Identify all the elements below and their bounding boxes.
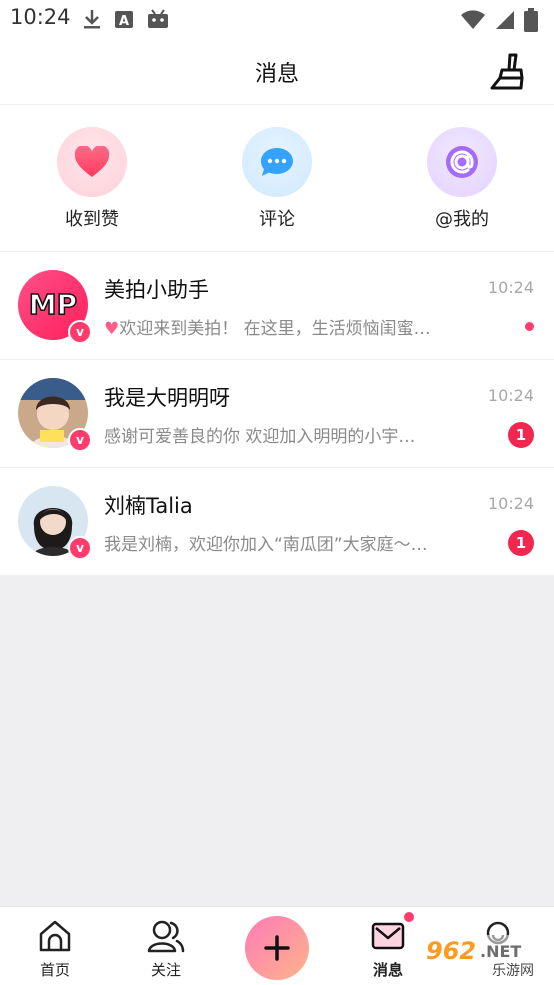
list-item[interactable]: MP v 美拍小助手 10:24 ♥欢迎来到美拍！ 在这里，生活烦恼闺蜜… [0, 252, 554, 360]
message-preview: ♥欢迎来到美拍！ 在这里，生活烦恼闺蜜… [104, 319, 431, 339]
mentions-circle [427, 127, 497, 197]
message-time: 10:24 [487, 494, 534, 513]
list-item[interactable]: v 刘楠Talia 10:24 我是刘楠，欢迎你加入“南瓜团”大家庭～… 1 [0, 468, 554, 575]
contact-name: 美拍小助手 [104, 278, 209, 302]
a-icon: A [115, 11, 133, 29]
message-time: 10:24 [487, 386, 534, 405]
verified-icon: v [68, 320, 92, 344]
comments-label: 评论 [259, 209, 295, 230]
contact-name: 我是大明明呀 [104, 386, 230, 410]
battery-icon [524, 8, 538, 32]
unread-count-badge: 1 [508, 422, 534, 448]
message-time: 10:24 [487, 278, 534, 297]
likes-label: 收到赞 [65, 209, 119, 230]
signal-icon [496, 11, 514, 29]
heart-emoji-icon: ♥ [104, 319, 120, 339]
page-title: 消息 [254, 62, 299, 87]
download-icon [84, 10, 100, 29]
comments-entry[interactable]: 评论 [217, 127, 337, 231]
mail-icon [371, 922, 405, 950]
tab-following[interactable]: 关注 [126, 919, 206, 980]
tab-messages[interactable]: 消息 [348, 919, 428, 980]
message-preview: 我是刘楠，欢迎你加入“南瓜团”大家庭～… [104, 535, 428, 555]
quick-actions: 收到赞 评论 @我的 [0, 105, 554, 252]
tab-home[interactable]: 首页 [15, 919, 95, 980]
comment-icon [261, 148, 293, 176]
tab-home-label: 首页 [39, 961, 70, 979]
home-icon [39, 920, 71, 952]
status-right-icons [460, 8, 538, 32]
unread-dot [525, 322, 534, 331]
svg-text:.NET: .NET [480, 942, 521, 961]
heart-icon [74, 146, 110, 177]
contact-name: 刘楠Talia [104, 494, 193, 518]
plus-icon [264, 935, 290, 961]
tab-messages-label: 消息 [372, 961, 403, 979]
status-bar: 10:24 A [0, 0, 554, 38]
header: 消息 [0, 38, 554, 105]
status-left-icons: A [82, 8, 170, 30]
likes-circle [57, 127, 127, 197]
watermark-logo: 962 .NET 乐游网 [420, 933, 552, 979]
message-list: MP v 美拍小助手 10:24 ♥欢迎来到美拍！ 在这里，生活烦恼闺蜜… v … [0, 252, 554, 575]
create-post-button[interactable] [245, 916, 309, 980]
broom-icon [490, 53, 524, 90]
clear-button[interactable] [486, 52, 526, 92]
svg-text:962: 962 [426, 937, 476, 965]
mentions-label: @我的 [435, 209, 489, 230]
message-preview: 感谢可爱善良的你 欢迎加入明明的小宇… [104, 427, 416, 447]
svg-text:乐游网: 乐游网 [492, 963, 534, 979]
svg-text:A: A [119, 14, 129, 29]
comments-circle [242, 127, 312, 197]
list-item[interactable]: v 我是大明明呀 10:24 感谢可爱善良的你 欢迎加入明明的小宇… 1 [0, 360, 554, 468]
wifi-icon [461, 10, 485, 29]
unread-count-badge: 1 [508, 530, 534, 556]
svg-text:MP: MP [29, 288, 77, 321]
tab-following-label: 关注 [150, 961, 181, 979]
android-icon [148, 9, 168, 28]
users-icon [147, 920, 185, 953]
messages-notification-dot [404, 912, 414, 922]
at-icon [446, 146, 478, 178]
mentions-entry[interactable]: @我的 [402, 127, 522, 231]
likes-received-entry[interactable]: 收到赞 [32, 127, 152, 231]
verified-icon: v [68, 536, 92, 560]
verified-icon: v [68, 428, 92, 452]
